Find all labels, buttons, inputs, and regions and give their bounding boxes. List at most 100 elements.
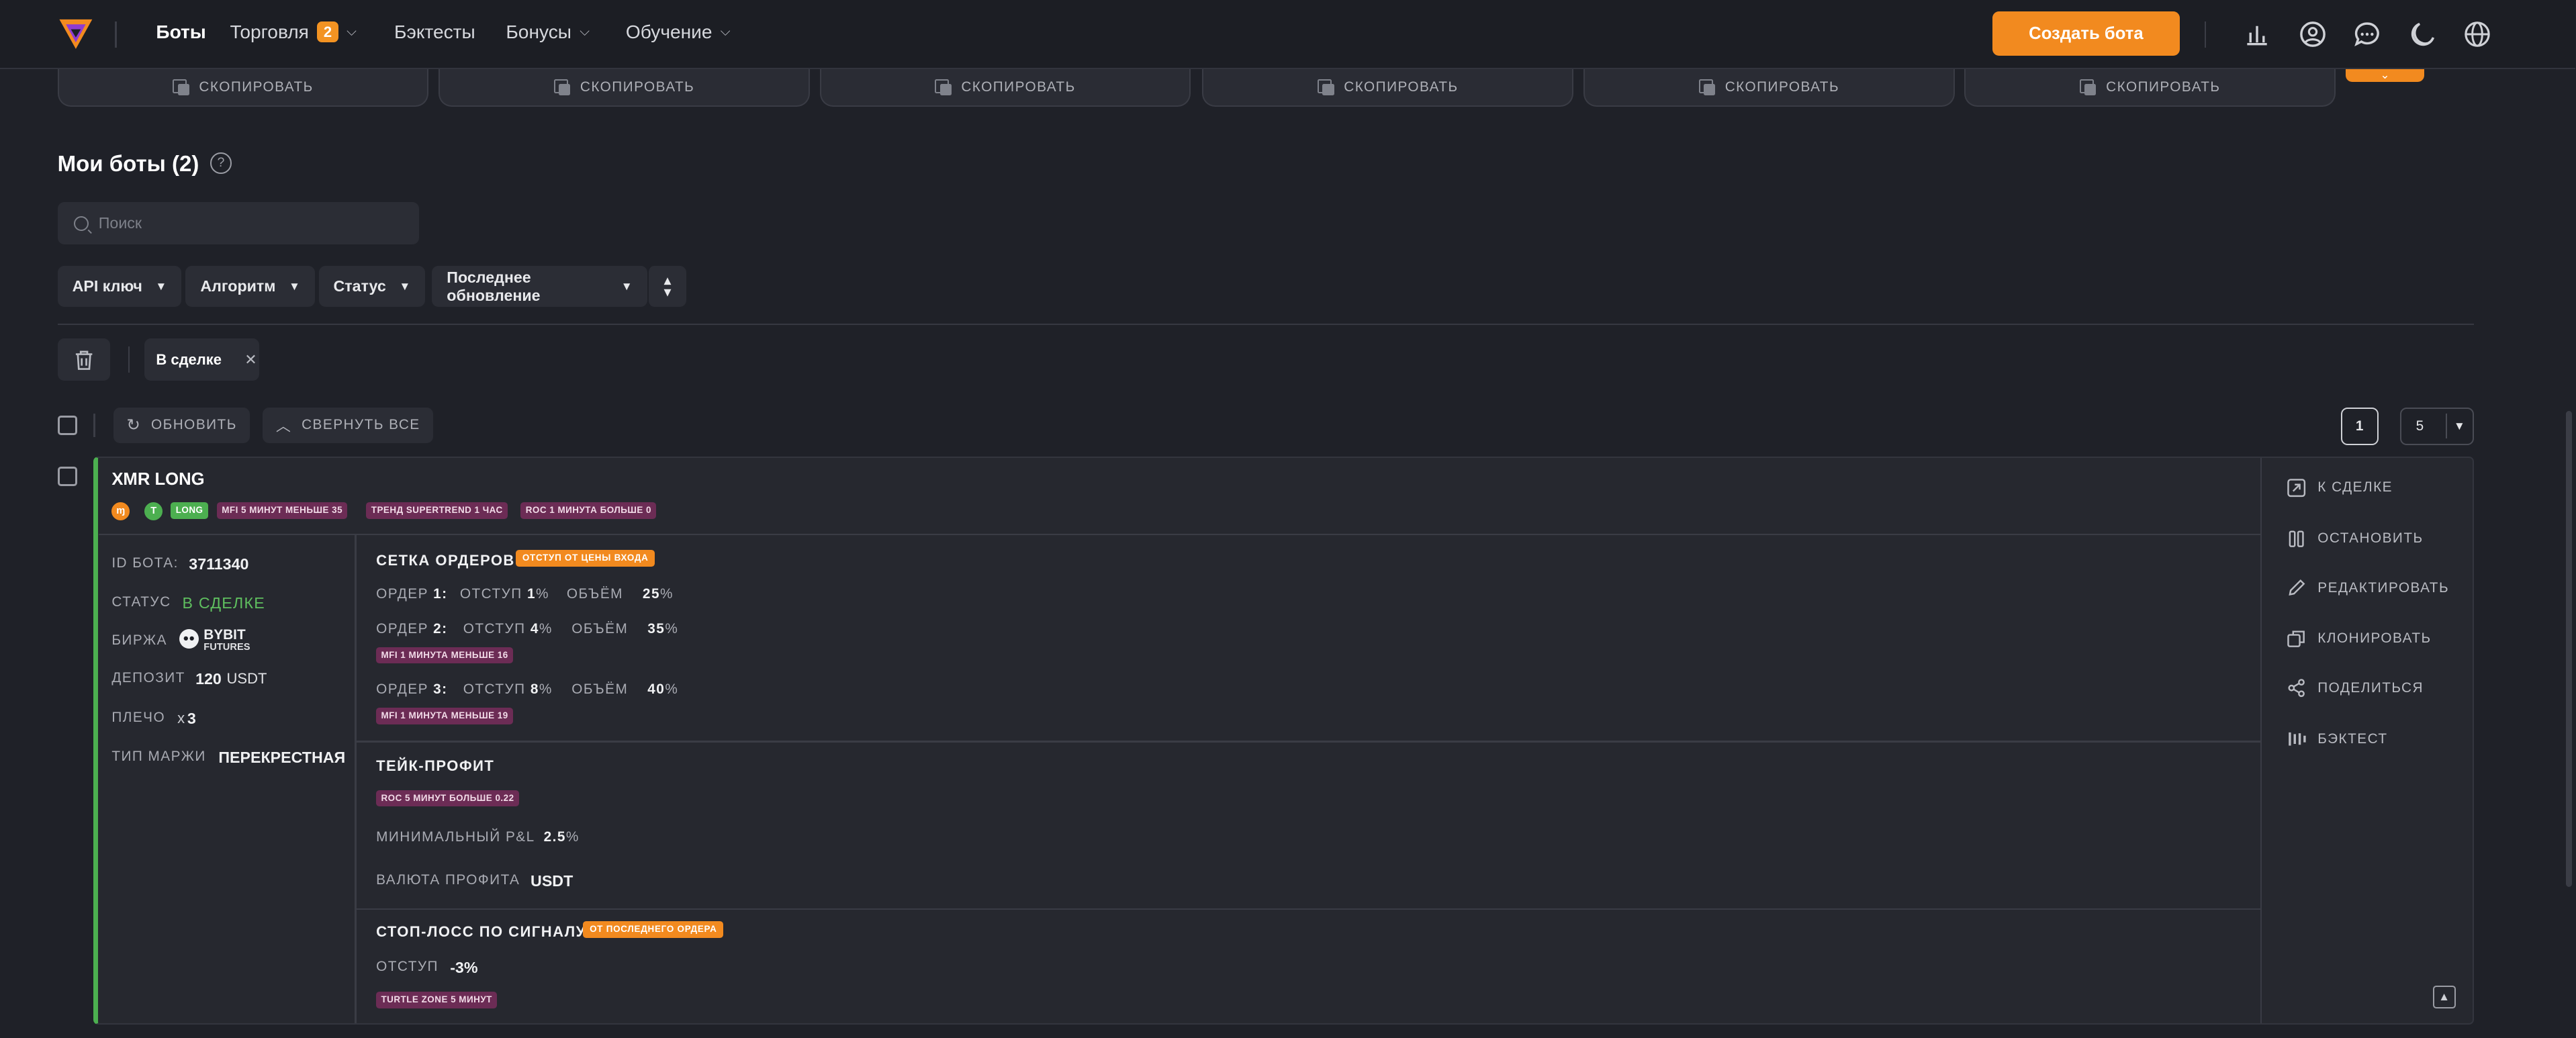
status-badge: В СДЕЛКЕ: [182, 594, 265, 612]
chevron-down-icon: ⌄: [2380, 68, 2390, 81]
filter-label: Алгоритм: [200, 277, 276, 295]
search-input[interactable]: Поиск: [57, 201, 419, 245]
take-profit-condition-tag: ROC 5 МИНУТ БОЛЬШЕ 0.22: [376, 790, 519, 806]
sort-select[interactable]: Последнее обновление ▼: [432, 266, 647, 308]
go-to-deal-button[interactable]: К СДЕЛКЕ: [2287, 478, 2393, 498]
offset-label: ОТСТУП: [463, 620, 526, 636]
nav-backtests-label: Бэктесты: [394, 21, 475, 42]
active-filter-chip: В сделке ✕: [144, 338, 260, 381]
copy-label: СКОПИРОВАТЬ: [2106, 79, 2221, 95]
refresh-label: ОБНОВИТЬ: [150, 417, 237, 433]
collapse-all-button[interactable]: ︿ СВЕРНУТЬ ВСЕ: [263, 407, 434, 444]
stop-offset-label: ОТСТУП: [376, 959, 439, 975]
scrollbar[interactable]: [2565, 410, 2573, 887]
chevron-down-icon: ⌵: [580, 24, 590, 40]
edit-bot-button[interactable]: РЕДАКТИРОВАТЬ: [2287, 578, 2449, 598]
nav-trading-label: Торговля: [230, 21, 309, 42]
order-offset: ОТСТУП 1%: [460, 586, 549, 602]
volume-value: 25: [642, 586, 660, 602]
divider: [57, 323, 2474, 326]
copy-button[interactable]: СКОПИРОВАТЬ: [57, 68, 429, 107]
copy-icon: [1698, 79, 1716, 96]
percent-sign: %: [659, 586, 674, 602]
create-bot-button[interactable]: Создать бота: [1992, 11, 2180, 56]
order-row: ОРДЕР 1:: [376, 586, 447, 602]
divider: [356, 908, 2260, 910]
copy-icon: [935, 79, 952, 96]
clear-filters-button[interactable]: [57, 338, 110, 381]
volume-value: 40: [647, 681, 665, 698]
nav-backtests[interactable]: Бэктесты: [394, 21, 475, 43]
take-profit-title: ТЕЙК-ПРОФИТ: [376, 757, 495, 774]
filter-status[interactable]: Статус ▼: [318, 266, 426, 308]
collapse-label: СВЕРНУТЬ ВСЕ: [302, 417, 420, 433]
percent-sign: %: [565, 829, 580, 845]
clone-bot-button[interactable]: КЛОНИРОВАТЬ: [2287, 629, 2432, 649]
copy-label: СКОПИРОВАТЬ: [1344, 79, 1459, 95]
moon-icon[interactable]: [2408, 19, 2438, 49]
copy-button[interactable]: СКОПИРОВАТЬ: [1964, 68, 2336, 107]
scroll-top-button[interactable]: ▲: [2432, 985, 2456, 1008]
condition-tag: ТРЕНД SUPERTREND 1 ЧАС: [366, 502, 508, 519]
trading-count-badge: 2: [317, 21, 338, 43]
expand-tab[interactable]: ⌄: [2345, 68, 2425, 83]
copy-label: СКОПИРОВАТЬ: [580, 79, 695, 95]
volume-value: 35: [647, 620, 665, 636]
nav-bots[interactable]: Боты: [156, 21, 205, 43]
exchange-label: БИРЖА: [111, 632, 167, 648]
share-bot-button[interactable]: ПОДЕЛИТЬСЯ: [2287, 678, 2424, 698]
status-label: СТАТУС: [111, 594, 171, 610]
bot-checkbox[interactable]: [57, 466, 77, 486]
per-page-select[interactable]: 5 ▼: [2399, 407, 2474, 445]
order-grid-title: СЕТКА ОРДЕРОВ: [376, 551, 515, 569]
help-icon[interactable]: ?: [210, 152, 232, 175]
bybit-logo-icon: ●●: [179, 628, 199, 649]
copy-icon: [1318, 79, 1334, 96]
filter-algorithm[interactable]: Алгоритм ▼: [185, 266, 315, 308]
nav-learning[interactable]: Обучение ⌵: [626, 21, 731, 43]
direction-badge: LONG: [171, 502, 208, 519]
globe-icon[interactable]: [2463, 19, 2492, 49]
chevron-up-icon: ︿: [275, 418, 292, 435]
bot-name[interactable]: XMR LONG: [111, 470, 204, 489]
order-volume: ОБЪЁМ 25%: [567, 586, 674, 602]
filter-api-key[interactable]: API ключ ▼: [57, 266, 182, 308]
close-icon[interactable]: ✕: [244, 351, 257, 369]
sort-direction-button[interactable]: ▴ ▾: [647, 266, 687, 308]
leverage-value: 3: [187, 709, 196, 727]
copy-button[interactable]: СКОПИРОВАТЬ: [1583, 68, 1955, 107]
copy-label: СКОПИРОВАТЬ: [961, 79, 1076, 95]
order-label: ОРДЕР: [376, 586, 428, 602]
percent-sign: %: [539, 681, 553, 698]
profile-icon[interactable]: [2298, 19, 2328, 49]
chevron-down-icon: ⌵: [720, 24, 731, 40]
divider: [128, 346, 130, 373]
nav-learning-label: Обучение: [625, 21, 712, 42]
backtest-bot-button[interactable]: БЭКТЕСТ: [2287, 729, 2388, 749]
stop-bot-button[interactable]: ОСТАНОВИТЬ: [2287, 529, 2424, 549]
page-title: Мои боты (2): [57, 151, 199, 177]
trash-icon: [75, 350, 92, 370]
chart-icon[interactable]: [2242, 19, 2272, 49]
order-row: ОРДЕР 2:: [376, 621, 447, 637]
action-label: БЭКТЕСТ: [2317, 730, 2388, 747]
percent-sign: %: [665, 681, 679, 698]
offset-value: 1: [526, 586, 536, 602]
nav-trading[interactable]: Торговля 2 ⌵: [230, 21, 357, 43]
refresh-button[interactable]: ↻ ОБНОВИТЬ: [113, 407, 250, 444]
nav-bonuses[interactable]: Бонусы ⌵: [506, 21, 590, 43]
action-label: К СДЕЛКЕ: [2317, 479, 2393, 496]
select-all-checkbox[interactable]: [57, 415, 77, 436]
volume-label: ОБЪЁМ: [566, 586, 623, 602]
page-button[interactable]: 1: [2340, 407, 2379, 445]
chat-icon[interactable]: [2352, 19, 2382, 49]
grid-mode-tag: ОТСТУП ОТ ЦЕНЫ ВХОДА: [516, 550, 655, 567]
copy-button[interactable]: СКОПИРОВАТЬ: [819, 68, 1191, 107]
order-number: 1:: [433, 586, 448, 602]
copy-button[interactable]: СКОПИРОВАТЬ: [1202, 68, 1574, 107]
caret-down-icon: ▼: [155, 279, 167, 293]
divider: [2260, 458, 2262, 1023]
logo-icon[interactable]: [58, 16, 94, 52]
copy-button[interactable]: СКОПИРОВАТЬ: [439, 68, 810, 107]
header-divider: [2204, 21, 2206, 48]
